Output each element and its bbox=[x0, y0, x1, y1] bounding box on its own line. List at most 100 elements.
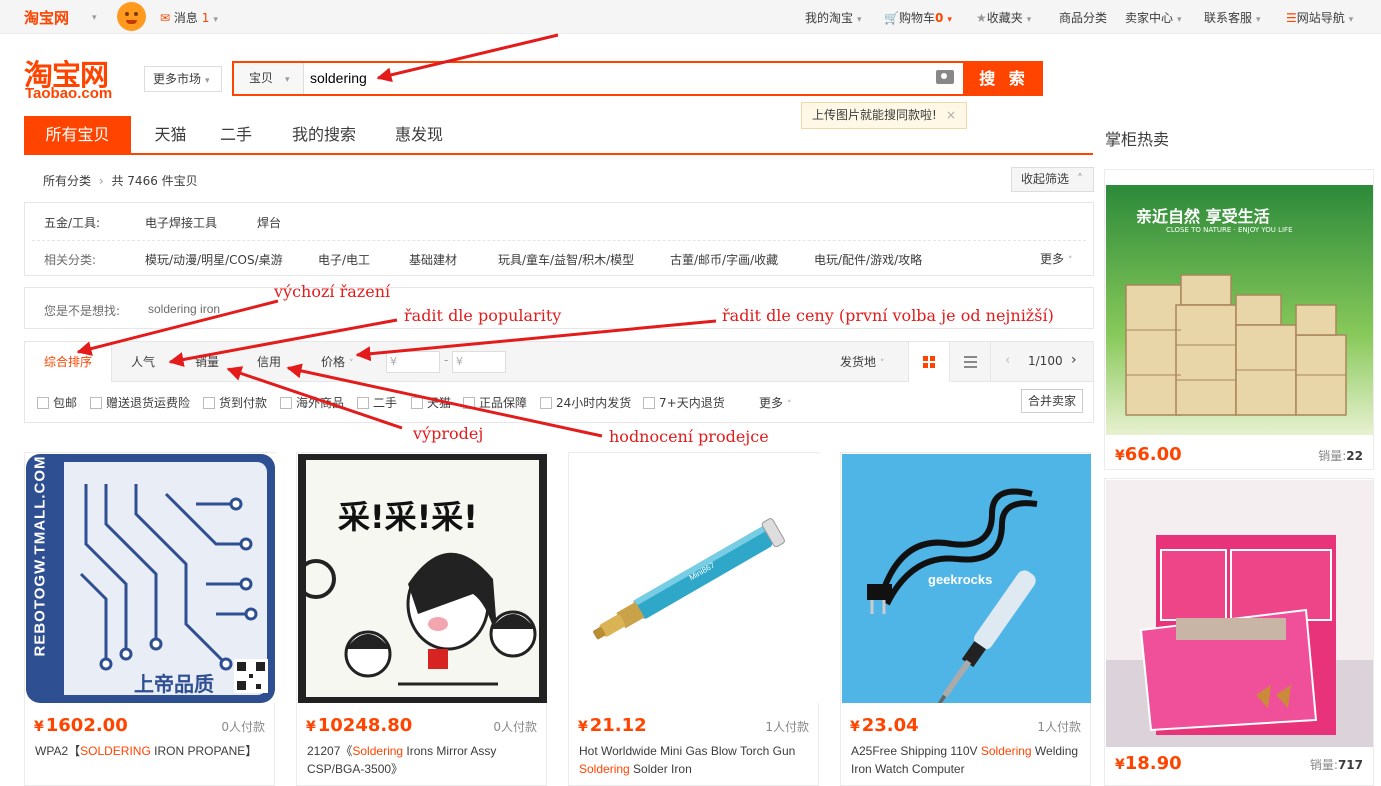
product-price: ¥21.12 bbox=[578, 715, 647, 736]
page-indicator: 1/100 bbox=[1028, 354, 1063, 368]
product-price: ¥23.04 bbox=[850, 715, 919, 736]
filter-overseas[interactable]: 海外商品 bbox=[280, 394, 344, 411]
related-category-item[interactable]: 古董/邮币/字画/收藏 bbox=[670, 251, 778, 268]
ad-price: ¥18.90 bbox=[1115, 753, 1182, 774]
related-category-item[interactable]: 玩具/童车/益智/积木/模型 bbox=[498, 251, 634, 268]
topbar-caret[interactable]: ▾ bbox=[88, 9, 97, 23]
my-taobao-link[interactable]: 我的淘宝 ▾ bbox=[805, 9, 862, 26]
pink-storage-box-image bbox=[1106, 535, 1373, 747]
related-category-label: 相关分类: bbox=[44, 253, 97, 267]
tab-discover[interactable]: 惠发现 bbox=[384, 116, 454, 153]
product-image[interactable]: geekrocks bbox=[842, 454, 1091, 703]
filter-7day-return[interactable]: 7+天内退货 bbox=[643, 394, 725, 411]
search-scope-dropdown[interactable]: 宝贝 ▾ bbox=[234, 63, 304, 94]
next-page-icon[interactable]: › bbox=[1071, 352, 1077, 368]
search-tabs: 所有宝贝 天猫 二手 我的搜索 惠发现 bbox=[24, 116, 1093, 155]
filter-24h-ship[interactable]: 24小时内发货 bbox=[540, 394, 631, 411]
camera-icon[interactable] bbox=[936, 70, 954, 84]
ad-image[interactable]: 亲近自然 享受生活 CLOSE TO NATURE · ENJOY YOU LI… bbox=[1106, 185, 1373, 435]
product-card[interactable]: geekrocks ¥23.04 1人付款 A25Free Shipping 1… bbox=[840, 452, 1091, 786]
product-card[interactable]: Mini867 ¥21.12 1人付款 Hot Worldwide Mini G… bbox=[568, 452, 819, 786]
product-title[interactable]: WPA2【SOLDERING IRON PROPANE】 bbox=[35, 742, 267, 760]
chevron-right-icon: › bbox=[98, 174, 104, 188]
product-image[interactable]: Mini867 bbox=[570, 454, 819, 703]
ad-price: ¥66.00 bbox=[1115, 444, 1182, 465]
product-image[interactable]: 采!采!采! bbox=[298, 454, 547, 703]
divider bbox=[32, 240, 1086, 241]
filter-free-shipping[interactable]: 包邮 bbox=[37, 394, 77, 411]
filter-cash-on-delivery[interactable]: 货到付款 bbox=[203, 394, 267, 411]
ad-image[interactable] bbox=[1106, 480, 1373, 747]
annotation-sales: výprodej bbox=[413, 424, 484, 443]
circuit-image bbox=[26, 454, 275, 703]
result-count: 共 7466 件宝贝 bbox=[111, 174, 198, 188]
ship-from-dropdown[interactable]: 发货地 ˅ bbox=[840, 342, 885, 382]
ad-card[interactable]: 亲近自然 享受生活 CLOSE TO NATURE · ENJOY YOU LI… bbox=[1104, 169, 1374, 470]
sort-price[interactable]: 价格 ˅ bbox=[321, 342, 354, 382]
prev-page-icon[interactable]: ‹ bbox=[1005, 353, 1010, 368]
product-deals: 1人付款 bbox=[765, 720, 809, 734]
cart-link[interactable]: 🛒购物车0 ▾ bbox=[884, 9, 952, 26]
category-item[interactable]: 焊台 bbox=[257, 214, 281, 231]
related-category-item[interactable]: 电玩/配件/游戏/攻略 bbox=[814, 251, 922, 268]
suggest-item[interactable]: soldering iron bbox=[148, 302, 220, 316]
annotation-price: řadit dle ceny (první volba je od nejniž… bbox=[722, 306, 1054, 325]
grid-view-button[interactable] bbox=[908, 342, 949, 382]
product-title[interactable]: A25Free Shipping 110V Soldering Welding … bbox=[851, 742, 1083, 778]
sort-sales[interactable]: 销量 bbox=[195, 342, 219, 382]
category-item[interactable]: 电子焊接工具 bbox=[145, 214, 217, 231]
filter-genuine[interactable]: 正品保障 bbox=[463, 394, 527, 411]
customer-service-link[interactable]: 联系客服 ▾ bbox=[1204, 9, 1261, 26]
site-nav-link[interactable]: ☰网站导航 ▾ bbox=[1286, 9, 1353, 26]
more-markets-dropdown[interactable]: 更多市场 ▾ bbox=[144, 66, 222, 92]
brand-vertical-text: REBOTOGW.TMALL.COM bbox=[31, 455, 49, 657]
search-button[interactable]: 搜 索 bbox=[965, 61, 1043, 96]
product-card[interactable]: 采!采!采! ¥10248.80 0人付款 21207《Soldering Ir… bbox=[296, 452, 547, 786]
product-card[interactable]: REBOTOGW.TMALL.COM 上帝品质 ¥1602.00 0人付款 WP… bbox=[24, 452, 275, 786]
sort-row: 综合排序 人气 销量 信用 价格 ˅ ¥ - ¥ 发货地 ˅ ‹ 1/100 › bbox=[25, 342, 1093, 382]
product-deals: 0人付款 bbox=[493, 720, 537, 734]
topbar-logo[interactable]: 淘宝网 bbox=[24, 7, 69, 28]
list-view-button[interactable] bbox=[949, 342, 990, 382]
avatar[interactable] bbox=[117, 2, 146, 31]
annotation-default-sort: výchozí řazení bbox=[274, 282, 391, 301]
more-categories-button[interactable]: 更多 ˅ bbox=[1040, 250, 1073, 267]
categories-link[interactable]: 商品分类 bbox=[1059, 9, 1107, 26]
ad-card[interactable]: ¥18.90 销量:717 bbox=[1104, 478, 1374, 786]
sort-credit[interactable]: 信用 bbox=[257, 342, 281, 382]
search-input[interactable] bbox=[310, 63, 910, 94]
messages-link[interactable]: ✉ 消息 1 ▾ bbox=[160, 9, 218, 26]
product-title[interactable]: Hot Worldwide Mini Gas Blow Torch Gun So… bbox=[579, 742, 811, 778]
product-image[interactable]: REBOTOGW.TMALL.COM 上帝品质 bbox=[26, 454, 275, 703]
tab-all-items[interactable]: 所有宝贝 bbox=[24, 116, 131, 153]
sort-default[interactable]: 综合排序 bbox=[25, 342, 112, 382]
search-bar: 宝贝 ▾ bbox=[232, 61, 965, 96]
related-category-item[interactable]: 电子/电工 bbox=[318, 251, 370, 268]
seller-center-link[interactable]: 卖家中心 ▾ bbox=[1125, 9, 1182, 26]
product-deals: 0人付款 bbox=[221, 720, 265, 734]
product-title[interactable]: 21207《Soldering Irons Mirror Assy CSP/BG… bbox=[307, 742, 539, 778]
price-min-input[interactable]: ¥ bbox=[386, 351, 440, 373]
price-max-input[interactable]: ¥ bbox=[452, 351, 506, 373]
merge-sellers-button[interactable]: 合并卖家 bbox=[1021, 389, 1083, 413]
cart-icon: 🛒 bbox=[884, 11, 899, 25]
favorites-link[interactable]: ★收藏夹 ▾ bbox=[976, 9, 1031, 26]
filter-return-insurance[interactable]: 赠送退货运费险 bbox=[90, 394, 190, 411]
filter-tmall[interactable]: 天猫 bbox=[411, 394, 451, 411]
ad-sales: 销量:22 bbox=[1318, 449, 1363, 463]
tab-my-search[interactable]: 我的搜索 bbox=[280, 116, 368, 153]
sort-popularity[interactable]: 人气 bbox=[131, 342, 155, 382]
pager: ‹ 1/100 › bbox=[990, 342, 1093, 382]
watermark: geekrocks bbox=[928, 572, 993, 587]
brand-text: 上帝品质 bbox=[134, 672, 214, 696]
related-category-item[interactable]: 基础建材 bbox=[409, 251, 457, 268]
tab-tmall[interactable]: 天猫 bbox=[131, 116, 210, 153]
logo-domain[interactable]: Taobao.com bbox=[25, 85, 112, 102]
more-filters-button[interactable]: 更多 ˅ bbox=[759, 394, 792, 411]
tab-second-hand[interactable]: 二手 bbox=[210, 116, 262, 153]
product-price: ¥10248.80 bbox=[306, 715, 413, 736]
collapse-filters-button[interactable]: 收起筛选 ˄ bbox=[1011, 167, 1094, 192]
filter-second-hand[interactable]: 二手 bbox=[357, 394, 397, 411]
breadcrumb-root[interactable]: 所有分类 bbox=[43, 174, 91, 188]
related-category-item[interactable]: 模玩/动漫/明星/COS/桌游 bbox=[145, 251, 283, 268]
